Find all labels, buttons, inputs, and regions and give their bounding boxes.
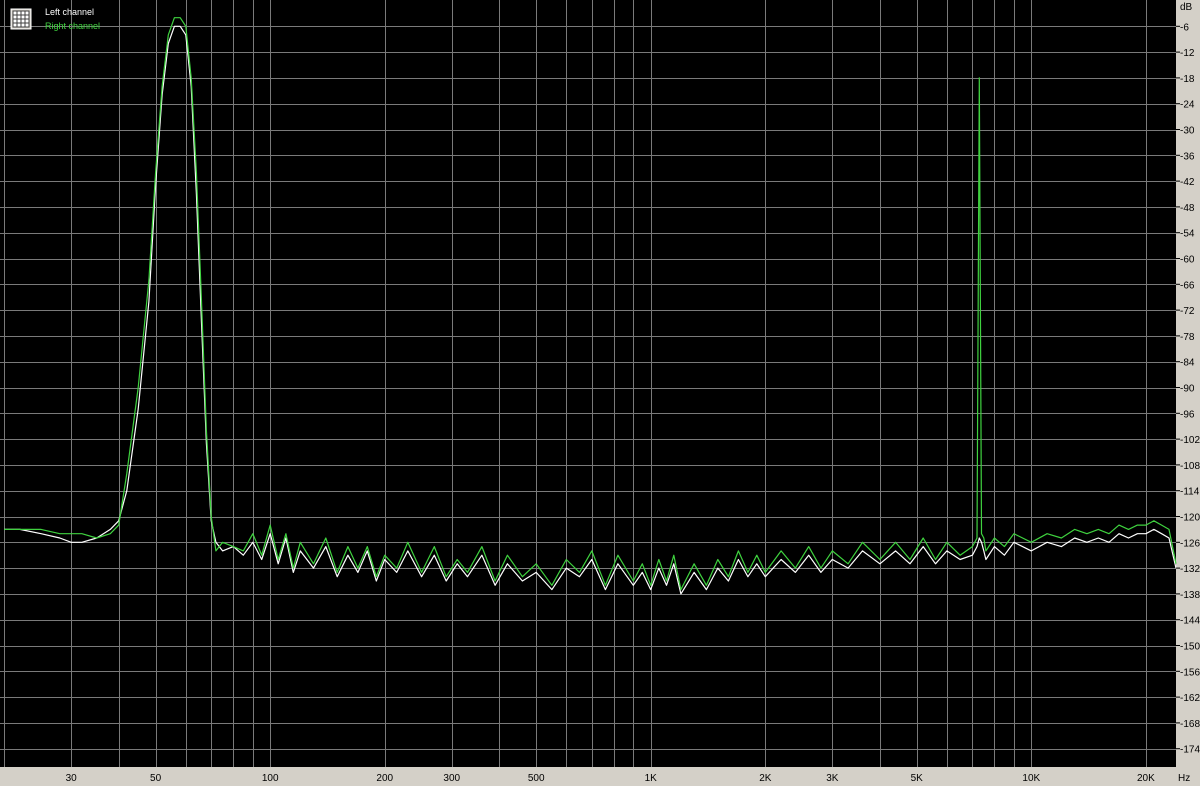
y-tick-label: -18 — [1180, 74, 1195, 85]
y-tick-label: -6 — [1180, 22, 1189, 33]
y-tick-label: -114 — [1180, 487, 1200, 498]
x-tick-label: 20K — [1137, 773, 1155, 784]
y-tick-label: -108 — [1180, 461, 1200, 472]
y-tick-label: -84 — [1180, 358, 1195, 369]
x-tick-label: 300 — [443, 773, 460, 784]
x-tick-label: 200 — [376, 773, 393, 784]
y-tick-label: -96 — [1180, 409, 1195, 420]
x-tick-label: 500 — [528, 773, 545, 784]
y-tick-label: -36 — [1180, 151, 1195, 162]
y-tick-label: -174 — [1180, 745, 1200, 756]
y-tick-label: -162 — [1180, 693, 1200, 704]
x-axis-unit: Hz — [1178, 773, 1190, 784]
plot-area — [0, 0, 1176, 767]
y-tick-label: -78 — [1180, 332, 1195, 343]
y-tick-label: -156 — [1180, 667, 1200, 678]
y-tick-label: -150 — [1180, 642, 1200, 653]
x-tick-label: 100 — [262, 773, 279, 784]
y-tick-label: -90 — [1180, 384, 1195, 395]
y-tick-label: -54 — [1180, 229, 1195, 240]
x-tick-label: 1K — [645, 773, 658, 784]
x-tick-label: 50 — [150, 773, 162, 784]
x-tick-label: 5K — [911, 773, 924, 784]
x-tick-label: 30 — [66, 773, 78, 784]
y-axis-unit: dB — [1180, 2, 1193, 13]
y-tick-label: -120 — [1180, 513, 1200, 524]
x-tick-label: 2K — [759, 773, 772, 784]
y-tick-label: -66 — [1180, 280, 1195, 291]
y-tick-label: -168 — [1180, 719, 1200, 730]
y-tick-label: -138 — [1180, 590, 1200, 601]
y-tick-label: -30 — [1180, 126, 1195, 137]
y-tick-label: -24 — [1180, 100, 1195, 111]
bottom-axis-panel — [0, 767, 1200, 786]
spectrum-chart: dB -6 -12 -18 -24 -30 -36 -42 -48 -54 -60 -66 -72 -7… — [0, 0, 1200, 786]
y-tick-label: -12 — [1180, 48, 1195, 59]
legend-left-channel: Left channel — [45, 7, 94, 17]
y-tick-label: -60 — [1180, 255, 1195, 266]
x-tick-label: 3K — [826, 773, 839, 784]
y-tick-label: -48 — [1180, 203, 1195, 214]
x-tick-label: 10K — [1022, 773, 1040, 784]
y-tick-label: -42 — [1180, 177, 1195, 188]
y-tick-label: -102 — [1180, 435, 1200, 446]
y-tick-label: -144 — [1180, 616, 1200, 627]
legend-right-channel: Right channel — [45, 21, 100, 31]
grid-icon[interactable] — [10, 8, 32, 30]
y-tick-label: -126 — [1180, 538, 1200, 549]
y-tick-label: -72 — [1180, 306, 1195, 317]
y-tick-label: -132 — [1180, 564, 1200, 575]
